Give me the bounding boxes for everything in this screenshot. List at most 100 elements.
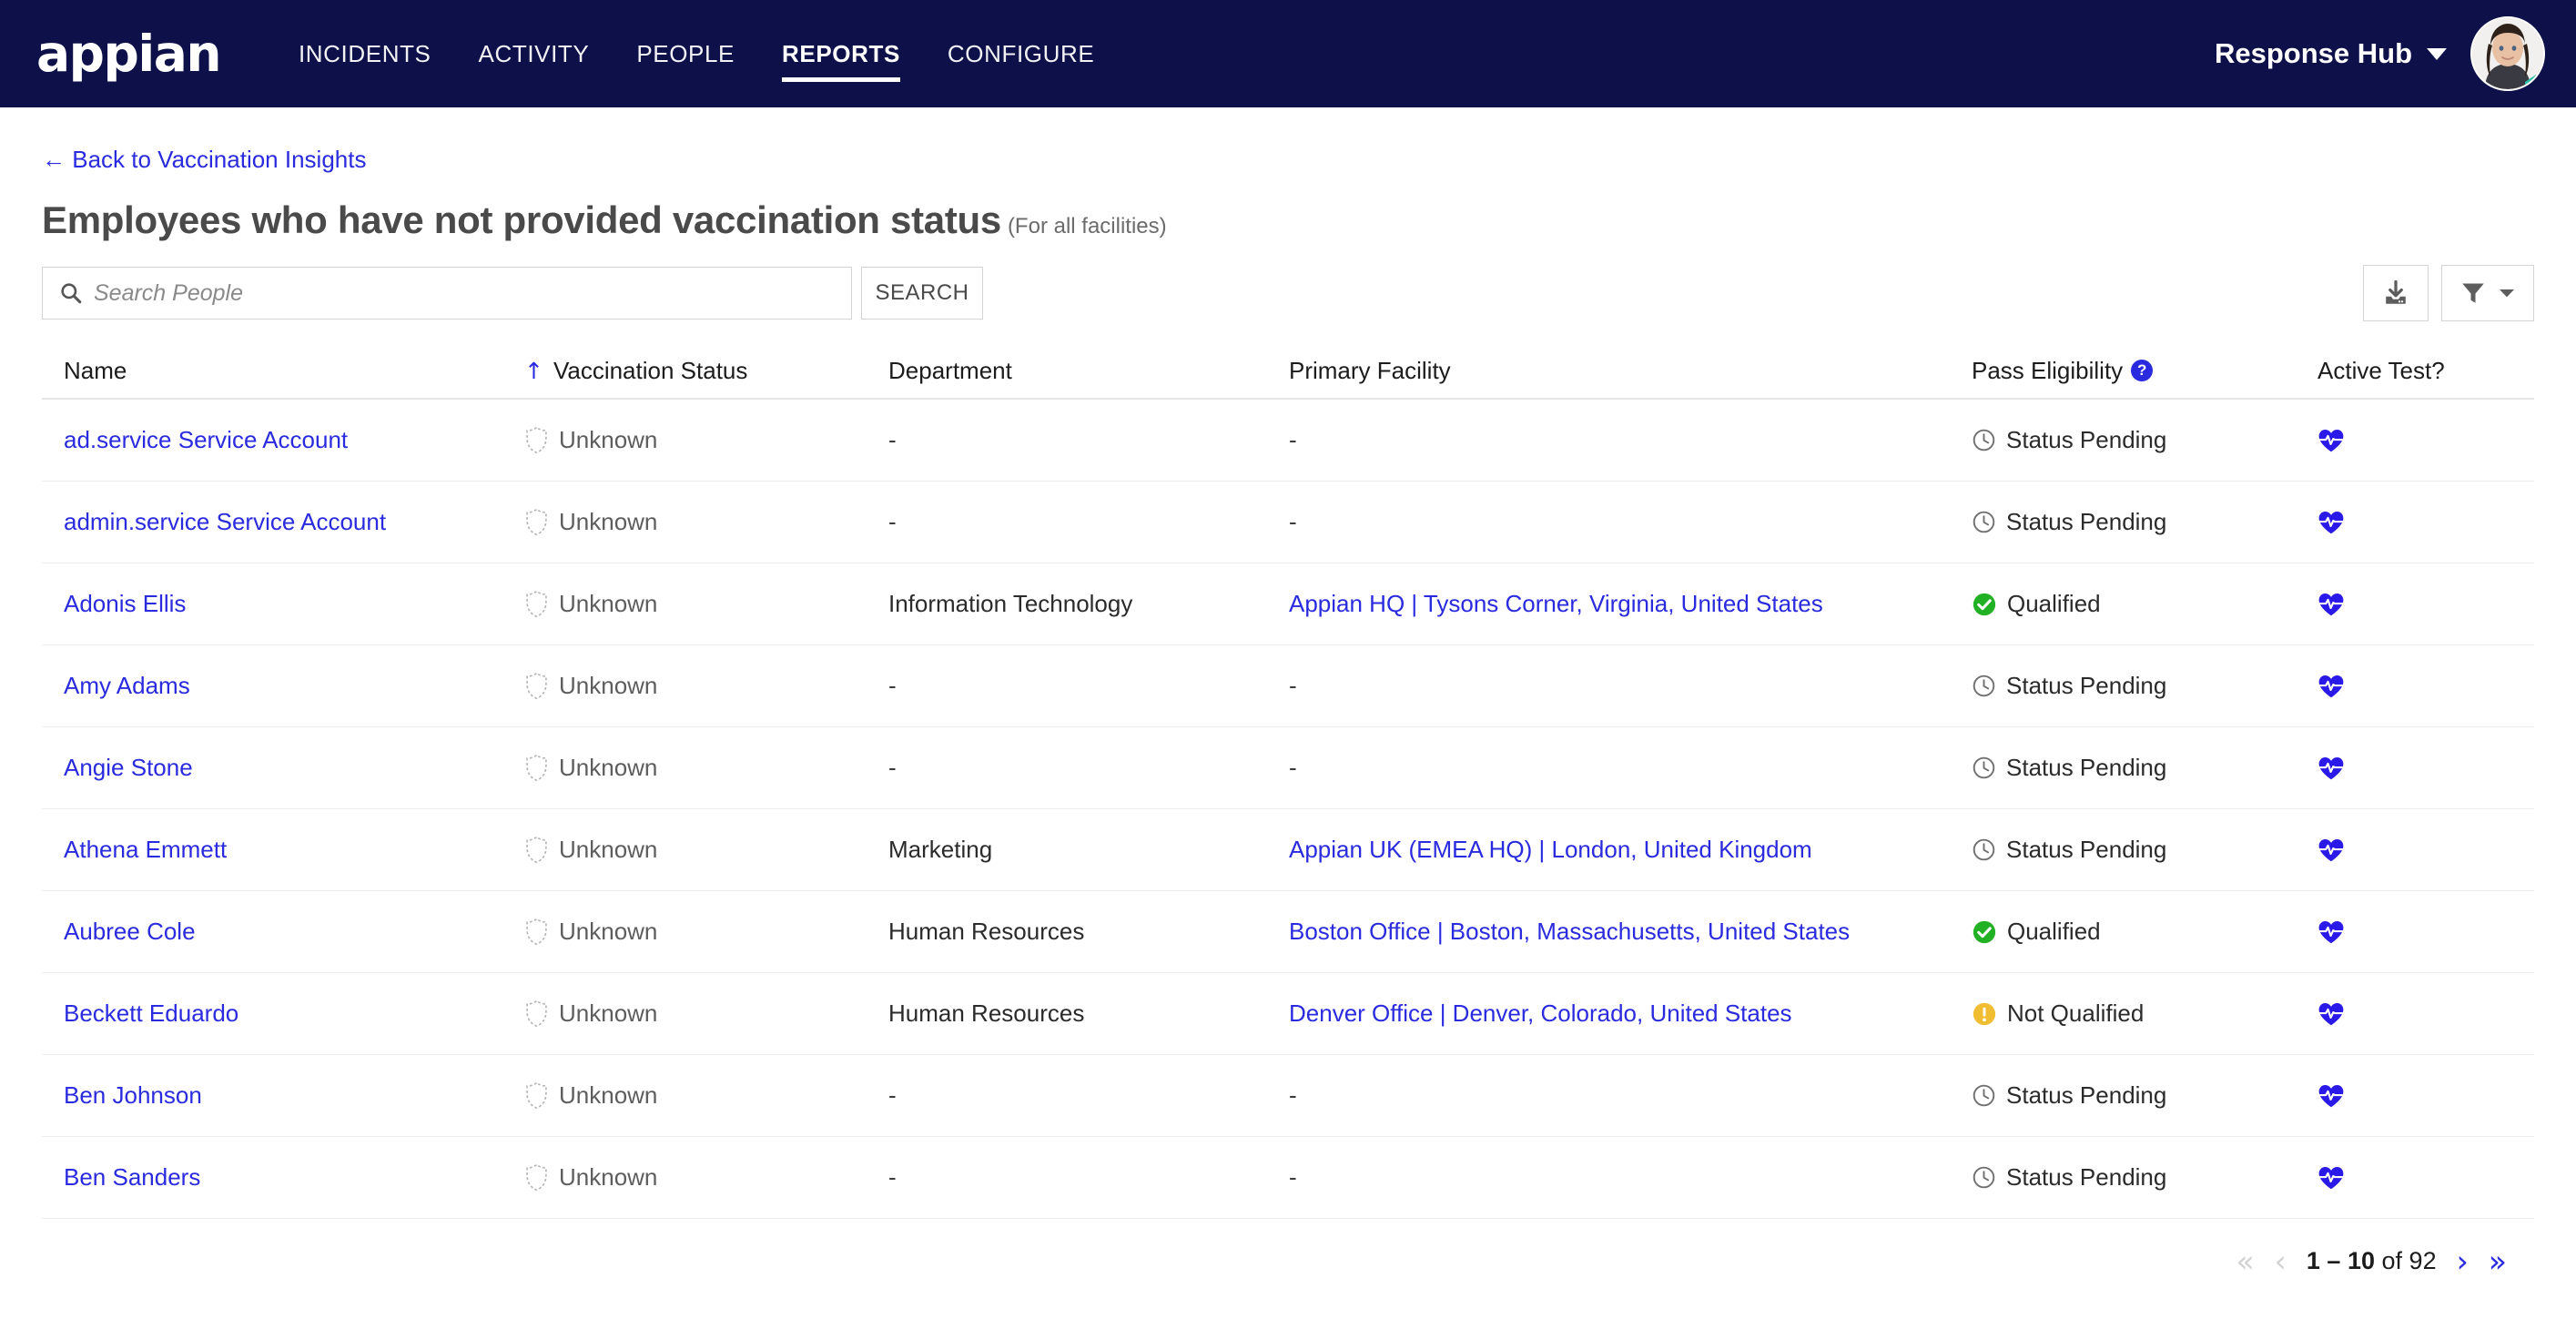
cell-pass-eligibility: Status Pending — [1972, 1163, 2317, 1192]
cell-vaccination-status: Unknown — [524, 754, 888, 782]
cell-name: admin.service Service Account — [42, 508, 524, 536]
pagination-prev-button[interactable]: ‹ — [2275, 1246, 2287, 1276]
heart-pulse-icon[interactable] — [2317, 428, 2345, 453]
employee-name-link[interactable]: Angie Stone — [64, 754, 193, 782]
download-button[interactable] — [2363, 265, 2429, 321]
vaccination-status-label: Unknown — [559, 508, 658, 535]
cell-name: ad.service Service Account — [42, 426, 524, 454]
facility-link[interactable]: Denver Office | Denver, Colorado, United… — [1289, 999, 1792, 1028]
heart-pulse-icon[interactable] — [2317, 592, 2345, 617]
appian-logo[interactable]: appian — [36, 28, 221, 79]
facility-label: - — [1289, 672, 1297, 699]
cell-department: - — [888, 1163, 1289, 1192]
cell-vaccination-status: Unknown — [524, 999, 888, 1028]
pass-eligibility-label: Status Pending — [2006, 1081, 2167, 1109]
vaccination-status-label: Unknown — [559, 590, 658, 617]
column-header-vaccination-status-label: Vaccination Status — [553, 356, 748, 384]
cell-vaccination-status: Unknown — [524, 918, 888, 946]
employee-name-link[interactable]: Ben Sanders — [64, 1163, 200, 1192]
cell-pass-eligibility: Status Pending — [1972, 426, 2317, 454]
pagination-range-start: 1 — [2306, 1247, 2320, 1274]
nav-item-people[interactable]: PEOPLE — [613, 0, 758, 107]
department-label: - — [888, 508, 897, 535]
facility-link[interactable]: Boston Office | Boston, Massachusetts, U… — [1289, 918, 1850, 946]
heart-pulse-icon[interactable] — [2317, 1001, 2345, 1027]
heart-pulse-icon[interactable] — [2317, 837, 2345, 863]
column-header-pass-eligibility[interactable]: Pass Eligibility ? — [1972, 357, 2317, 385]
employee-name-link[interactable]: Ben Johnson — [64, 1081, 202, 1110]
pagination-of-label: of — [2381, 1247, 2403, 1274]
heart-pulse-icon[interactable] — [2317, 1083, 2345, 1109]
pass-eligibility-label: Status Pending — [2006, 508, 2167, 535]
heart-pulse-icon[interactable] — [2317, 1165, 2345, 1191]
cell-active-test — [2317, 674, 2527, 699]
heart-pulse-icon[interactable] — [2317, 510, 2345, 535]
pagination-summary: 1 – 10 of 92 — [2307, 1247, 2437, 1275]
response-hub-menu[interactable]: Response Hub — [2215, 37, 2447, 70]
help-icon[interactable]: ? — [2131, 360, 2154, 381]
nav-item-activity[interactable]: ACTIVITY — [455, 0, 614, 107]
pagination-next-button[interactable]: › — [2457, 1246, 2469, 1276]
pass-eligibility-label: Not Qualified — [2007, 999, 2145, 1027]
employee-name-link[interactable]: Adonis Ellis — [64, 590, 186, 618]
pagination-last-button[interactable]: » — [2489, 1246, 2507, 1276]
sort-ascending-icon[interactable]: ↑ — [524, 360, 543, 382]
cell-department: Marketing — [888, 836, 1289, 864]
cell-department: - — [888, 754, 1289, 782]
table-body: ad.service Service Account Unknown - - Statu… — [42, 400, 2534, 1219]
pass-eligibility-label: Status Pending — [2006, 672, 2167, 699]
heart-pulse-icon[interactable] — [2317, 674, 2345, 699]
column-header-department[interactable]: Department — [888, 357, 1289, 385]
column-header-vaccination-status[interactable]: ↑ Vaccination Status — [524, 357, 888, 385]
cell-primary-facility: Appian UK (EMEA HQ) | London, United Kin… — [1289, 836, 1972, 864]
department-label: Human Resources — [888, 918, 1085, 945]
search-button[interactable]: SEARCH — [861, 267, 983, 320]
nav-right-group: Response Hub — [2215, 16, 2545, 91]
pass-eligibility-label: Status Pending — [2006, 754, 2167, 781]
column-header-name[interactable]: Name — [42, 357, 524, 385]
cell-primary-facility: - — [1289, 754, 1972, 782]
employee-name-link[interactable]: admin.service Service Account — [64, 508, 386, 536]
cell-department: Information Technology — [888, 590, 1289, 618]
clock-pending-icon — [1973, 756, 1995, 779]
back-to-vaccination-insights-link[interactable]: ← Back to Vaccination Insights — [42, 146, 366, 174]
avatar[interactable] — [2470, 16, 2545, 91]
filter-button[interactable] — [2441, 265, 2534, 321]
facility-link[interactable]: Appian HQ | Tysons Corner, Virginia, Uni… — [1289, 590, 1823, 618]
nav-item-reports[interactable]: REPORTS — [758, 0, 924, 107]
pagination-first-button[interactable]: « — [2236, 1246, 2254, 1276]
search-box[interactable] — [42, 267, 852, 320]
column-header-primary-facility[interactable]: Primary Facility — [1289, 357, 1972, 385]
employee-name-link[interactable]: ad.service Service Account — [64, 426, 348, 454]
nav-item-configure[interactable]: CONFIGURE — [924, 0, 1118, 107]
cell-vaccination-status: Unknown — [524, 836, 888, 864]
employee-name-link[interactable]: Aubree Cole — [64, 918, 196, 946]
department-label: - — [888, 1081, 897, 1109]
chevron-down-icon — [2500, 289, 2514, 298]
vaccination-status-label: Unknown — [559, 836, 658, 863]
heart-pulse-icon[interactable] — [2317, 756, 2345, 781]
download-icon — [2386, 279, 2406, 304]
heart-pulse-icon[interactable] — [2317, 919, 2345, 945]
facility-label: - — [1289, 508, 1297, 535]
vaccination-status-label: Unknown — [559, 1163, 658, 1191]
shield-unknown-icon — [526, 754, 547, 782]
page-title: Employees who have not provided vaccinat… — [42, 198, 1001, 241]
employee-name-link[interactable]: Amy Adams — [64, 672, 190, 700]
department-label: - — [888, 426, 897, 453]
column-header-active-test[interactable]: Active Test? — [2317, 357, 2527, 385]
clock-pending-icon — [1973, 1166, 1995, 1189]
clock-pending-icon — [1973, 675, 1995, 697]
employees-table: Name ↑ Vaccination Status Department Pri… — [42, 343, 2534, 1219]
employee-name-link[interactable]: Beckett Eduardo — [64, 999, 238, 1028]
column-header-primary-facility-label: Primary Facility — [1289, 356, 1451, 384]
pass-eligibility-label: Status Pending — [2006, 426, 2167, 453]
cell-name: Ben Sanders — [42, 1163, 524, 1192]
search-input[interactable] — [94, 279, 835, 307]
nav-item-incidents[interactable]: INCIDENTS — [275, 0, 455, 107]
employee-name-link[interactable]: Athena Emmett — [64, 836, 227, 864]
search-toolbar: SEARCH — [42, 265, 2534, 321]
facility-link[interactable]: Appian UK (EMEA HQ) | London, United Kin… — [1289, 836, 1812, 864]
shield-unknown-icon — [526, 1081, 547, 1110]
department-label: - — [888, 1163, 897, 1191]
